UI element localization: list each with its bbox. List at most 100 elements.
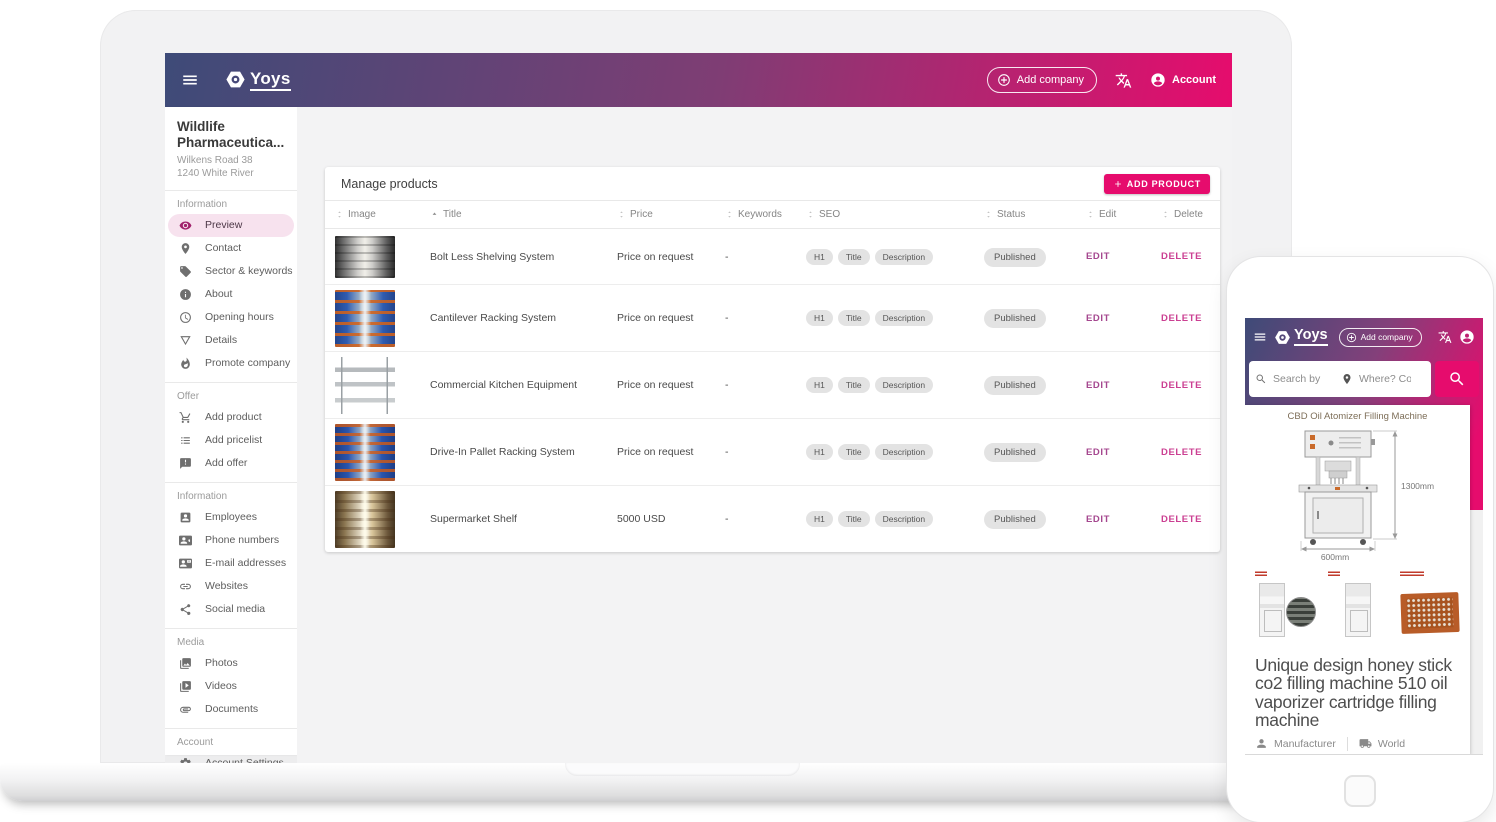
sidebar-item-sector-keywords[interactable]: Sector & keywords	[165, 260, 297, 283]
card-header: Manage products ADD PRODUCT	[325, 167, 1220, 200]
sidebar-item-opening-hours[interactable]: Opening hours	[165, 306, 297, 329]
location-input[interactable]	[1357, 372, 1413, 386]
yoys-logo[interactable]: Yoys	[1274, 328, 1328, 346]
sidebar-item-phone-numbers[interactable]: Phone numbers	[165, 529, 297, 552]
sidebar-item-label: Add offer	[205, 457, 247, 469]
product-price: 5000 USD	[607, 513, 715, 525]
sort-icon	[806, 210, 815, 219]
seo-chip: Title	[838, 377, 870, 393]
translate-icon[interactable]	[1438, 330, 1452, 344]
account-label: Account	[1172, 74, 1216, 86]
edit-link[interactable]: EDIT	[1076, 313, 1151, 324]
yoys-logo-text: Yoys	[1294, 328, 1328, 346]
company-name: Wildlife Pharmaceutica...	[177, 119, 289, 151]
sidebar-item-label: Promote company	[205, 357, 290, 369]
product-keywords: -	[715, 379, 796, 391]
company-address-line1: Wilkens Road 38	[177, 154, 289, 167]
column-header-status[interactable]: Status	[974, 209, 1076, 220]
laptop-base-notch	[565, 763, 800, 776]
product-thumbnail	[335, 491, 395, 548]
delete-link[interactable]: DELETE	[1151, 514, 1220, 525]
sidebar-item-photos[interactable]: Photos	[165, 652, 297, 675]
product-thumbnail	[335, 424, 395, 481]
column-header-keywords[interactable]: Keywords	[715, 209, 796, 220]
add-company-button[interactable]: Add company	[987, 67, 1097, 93]
product-thumbnail[interactable]	[1326, 569, 1390, 645]
column-label: Image	[348, 209, 376, 220]
sidebar-item-add-product[interactable]: Add product	[165, 406, 297, 429]
column-header-price[interactable]: Price	[607, 209, 715, 220]
search-button[interactable]	[1435, 361, 1479, 397]
sidebar-item-add-pricelist[interactable]: Add pricelist	[165, 429, 297, 452]
share-icon	[179, 603, 192, 616]
info-icon	[179, 288, 192, 301]
seo-chip: Title	[838, 310, 870, 326]
sidebar-item-websites[interactable]: Websites	[165, 575, 297, 598]
account-circle-icon[interactable]	[1459, 329, 1475, 345]
column-header-image[interactable]: Image	[325, 209, 420, 220]
person-icon	[1255, 737, 1268, 750]
column-header-delete[interactable]: Delete	[1151, 209, 1220, 220]
sidebar-item-documents[interactable]: Documents	[165, 698, 297, 721]
details-triangle-icon	[179, 334, 192, 347]
sidebar-item-label: Documents	[205, 703, 258, 715]
sidebar-item-employees[interactable]: Employees	[165, 506, 297, 529]
seo-chip: Description	[875, 444, 934, 460]
sidebar-item-about[interactable]: About	[165, 283, 297, 306]
product-thumbnail[interactable]	[1253, 569, 1317, 645]
truck-icon	[1359, 737, 1372, 750]
laptop-mockup-lid: Yoys Add company Account	[100, 10, 1292, 763]
list-icon	[179, 434, 192, 447]
yoys-logo-text: Yoys	[250, 69, 291, 91]
product-keywords: -	[715, 446, 796, 458]
navbar-right: Add company Account	[987, 67, 1216, 93]
delete-link[interactable]: DELETE	[1151, 313, 1220, 324]
column-label: Edit	[1099, 209, 1116, 220]
sidebar: Wildlife Pharmaceutica... Wilkens Road 3…	[165, 107, 297, 755]
sidebar-item-contact[interactable]: Contact	[165, 237, 297, 260]
account-circle-icon	[1150, 72, 1166, 88]
seo-chip: Description	[875, 310, 934, 326]
sidebar-item-promote-company[interactable]: Promote company	[165, 352, 297, 375]
search-input[interactable]	[1271, 372, 1337, 386]
column-header-seo[interactable]: SEO	[796, 209, 974, 220]
sidebar-item-details[interactable]: Details	[165, 329, 297, 352]
sidebar-item-add-offer[interactable]: Add offer	[165, 452, 297, 475]
product-thumbnail[interactable]	[1398, 569, 1462, 645]
sidebar-item-label: Opening hours	[205, 311, 274, 323]
sidebar-item-label: Employees	[205, 511, 257, 523]
translate-icon[interactable]	[1115, 72, 1132, 89]
add-company-button[interactable]: Add company	[1339, 328, 1422, 347]
sort-icon	[1086, 210, 1095, 219]
edit-link[interactable]: EDIT	[1076, 251, 1151, 262]
sidebar-item-preview[interactable]: Preview	[168, 214, 294, 237]
column-header-edit[interactable]: Edit	[1076, 209, 1151, 220]
delete-link[interactable]: DELETE	[1151, 447, 1220, 458]
product-hero-image[interactable]: CBD Oil Atomizer Filling Machine	[1245, 405, 1470, 563]
phone-mockup: Yoys Add company	[1227, 257, 1493, 822]
sidebar-item-videos[interactable]: Videos	[165, 675, 297, 698]
edit-link[interactable]: EDIT	[1076, 514, 1151, 525]
add-product-button[interactable]: ADD PRODUCT	[1104, 174, 1210, 194]
plus-icon	[1113, 179, 1123, 189]
hamburger-menu-icon[interactable]	[181, 71, 199, 89]
delete-link[interactable]: DELETE	[1151, 380, 1220, 391]
column-header-title[interactable]: Title	[420, 209, 607, 220]
sidebar-item-email-addresses[interactable]: E-mail addresses	[165, 552, 297, 575]
page: Yoys Add company Account	[0, 0, 1496, 822]
cart-icon	[179, 411, 192, 424]
edit-link[interactable]: EDIT	[1076, 380, 1151, 391]
location-pin-icon	[179, 242, 192, 255]
thumbnail-brand-mark	[1328, 571, 1340, 576]
account-menu[interactable]: Account	[1150, 72, 1216, 88]
edit-link[interactable]: EDIT	[1076, 447, 1151, 458]
seo-chip: Title	[838, 511, 870, 527]
hamburger-menu-icon[interactable]	[1253, 330, 1267, 344]
status-badge: Published	[984, 309, 1046, 328]
yoys-logo[interactable]: Yoys	[225, 69, 291, 91]
delete-link[interactable]: DELETE	[1151, 251, 1220, 262]
product-title: Drive-In Pallet Racking System	[420, 446, 607, 458]
top-navbar: Yoys Add company Account	[165, 53, 1232, 107]
sort-icon	[617, 210, 626, 219]
sidebar-item-social-media[interactable]: Social media	[165, 598, 297, 621]
